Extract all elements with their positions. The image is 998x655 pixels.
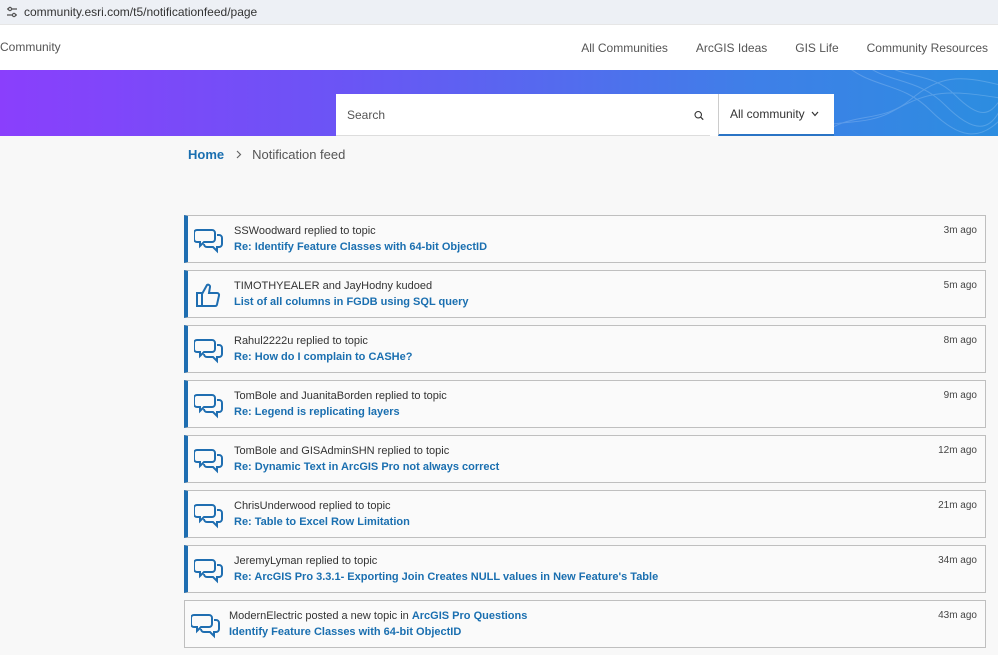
- feed-item[interactable]: TIMOTHYEALER and JayHodny kudoed List of…: [184, 270, 986, 318]
- feed-item-actor-text: ModernElectric posted a new topic in: [229, 610, 409, 622]
- feed-item-link[interactable]: List of all columns in FGDB using SQL qu…: [234, 296, 469, 308]
- search-scope-label: All community: [730, 107, 805, 121]
- feed-item[interactable]: ModernElectric posted a new topic in Arc…: [184, 600, 986, 648]
- chevron-right-icon: [236, 150, 242, 159]
- feed-item-time: 12m ago: [938, 445, 977, 456]
- breadcrumb-home-link[interactable]: Home: [188, 147, 224, 162]
- feed-item-time: 9m ago: [943, 390, 977, 401]
- feed-item[interactable]: JeremyLyman replied to topic Re: ArcGIS …: [184, 545, 986, 593]
- feed-item-link[interactable]: Re: Legend is replicating layers: [234, 406, 400, 418]
- nav-arcgis-ideas[interactable]: ArcGIS Ideas: [696, 41, 767, 55]
- search-input[interactable]: [336, 94, 710, 136]
- feed-item[interactable]: SSWoodward replied to topic Re: Identify…: [184, 215, 986, 263]
- feed-item-time: 34m ago: [938, 555, 977, 566]
- feed-item-time: 3m ago: [943, 225, 977, 236]
- nav-community-resources[interactable]: Community Resources: [867, 41, 988, 55]
- search-scope-dropdown[interactable]: All community: [718, 94, 834, 136]
- feed-item-actor: TomBole and GISAdminSHN replied to topic: [234, 445, 450, 457]
- feed-item-board-link[interactable]: ArcGIS Pro Questions: [412, 610, 528, 622]
- reply-icon: [193, 391, 224, 419]
- nav-all-communities[interactable]: All Communities: [581, 41, 668, 55]
- feed-item[interactable]: Rahul2222u replied to topic Re: How do I…: [184, 325, 986, 373]
- feed-item-actor: TIMOTHYEALER and JayHodny kudoed: [234, 280, 433, 292]
- search-icon: [694, 110, 704, 120]
- feed-item-actor: TomBole and JuanitaBorden replied to top…: [234, 390, 447, 402]
- brand-label[interactable]: Community: [0, 40, 61, 54]
- feed-item-link[interactable]: Re: Table to Excel Row Limitation: [234, 516, 410, 528]
- top-navigation: Community All Communities ArcGIS Ideas G…: [0, 24, 998, 70]
- feed-item-link[interactable]: Re: Identify Feature Classes with 64-bit…: [234, 241, 487, 253]
- kudo-thumbs-up-icon: [194, 281, 224, 309]
- search-bar: All community: [336, 94, 834, 136]
- feed-item-actor: Rahul2222u replied to topic: [234, 335, 368, 347]
- search-button[interactable]: [694, 94, 704, 136]
- reply-icon: [193, 446, 224, 474]
- url-text[interactable]: community.esri.com/t5/notificationfeed/p…: [24, 5, 257, 19]
- feed-item-link[interactable]: Re: ArcGIS Pro 3.3.1- Exporting Join Cre…: [234, 571, 658, 583]
- feed-item-time: 5m ago: [943, 280, 977, 291]
- nav-links: All Communities ArcGIS Ideas GIS Life Co…: [581, 41, 988, 55]
- feed-item-link[interactable]: Identify Feature Classes with 64-bit Obj…: [229, 626, 461, 638]
- feed-item-time: 8m ago: [943, 335, 977, 346]
- feed-item-actor: ModernElectric posted a new topic in Arc…: [229, 610, 527, 622]
- feed-item-actor: ChrisUnderwood replied to topic: [234, 500, 391, 512]
- feed-item[interactable]: TomBole and JuanitaBorden replied to top…: [184, 380, 986, 428]
- feed-item-time: 43m ago: [938, 610, 977, 621]
- reply-icon: [193, 556, 224, 584]
- breadcrumb: Home Notification feed: [188, 147, 345, 162]
- site-settings-icon[interactable]: [6, 6, 18, 18]
- feed-item[interactable]: ChrisUnderwood replied to topic Re: Tabl…: [184, 490, 986, 538]
- feed-item-link[interactable]: Re: How do I complain to CASHe?: [234, 351, 412, 363]
- browser-url-bar[interactable]: community.esri.com/t5/notificationfeed/p…: [0, 0, 998, 24]
- reply-icon: [190, 611, 221, 639]
- reply-icon: [193, 336, 224, 364]
- chevron-down-icon: [811, 111, 819, 117]
- feed-item-actor: SSWoodward replied to topic: [234, 225, 376, 237]
- nav-gis-life[interactable]: GIS Life: [795, 41, 838, 55]
- reply-icon: [193, 501, 224, 529]
- feed-item[interactable]: TomBole and GISAdminSHN replied to topic…: [184, 435, 986, 483]
- notification-feed: SSWoodward replied to topic Re: Identify…: [184, 215, 986, 655]
- feed-item-time: 21m ago: [938, 500, 977, 511]
- breadcrumb-current: Notification feed: [252, 147, 346, 162]
- reply-icon: [193, 226, 224, 254]
- feed-item-actor: JeremyLyman replied to topic: [234, 555, 378, 567]
- feed-item-link[interactable]: Re: Dynamic Text in ArcGIS Pro not alway…: [234, 461, 499, 473]
